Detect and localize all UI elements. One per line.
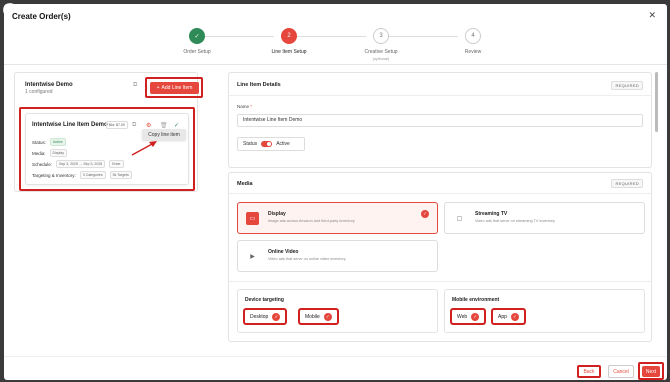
status-row: Status: Active — [32, 138, 66, 146]
check-icon: ✓ — [323, 312, 332, 321]
mobile-environment-heading: Mobile environment — [452, 297, 500, 303]
mobile-env-option-web[interactable]: Web ✓ — [450, 308, 487, 325]
check-icon: ✓ — [471, 312, 480, 321]
device-option-label: Desktop — [250, 313, 269, 320]
schedule-chip: Sep 3, 2025 → Sep 3, 2025 — [56, 160, 106, 168]
step-label: Creative Setup — [364, 49, 398, 55]
required-badge: REQUIRED — [611, 81, 643, 90]
categories-chip: 3 Categories — [79, 171, 106, 179]
media-option-desc: Video ads that serve on streaming TV inv… — [475, 219, 555, 223]
status-toggle[interactable] — [261, 141, 273, 147]
check-icon: ✓ — [510, 312, 519, 321]
next-button[interactable]: Next — [642, 366, 660, 377]
check-icon: ✓ — [272, 312, 281, 321]
media-row: Media: Display — [32, 149, 67, 157]
step-number: 4 — [465, 28, 481, 44]
check-circle-icon[interactable]: ✓ — [174, 122, 179, 129]
media-option-display[interactable]: ▭ Display Image ads across Amazon and th… — [237, 202, 438, 234]
order-name: Intentwise Demo — [25, 82, 73, 88]
tv-icon: ▢ — [456, 216, 463, 222]
mobile-environment-box: Mobile environment Web ✓ App ✓ — [444, 289, 645, 333]
media-chip: Display — [49, 149, 67, 157]
schedule-row: Schedule: Sep 3, 2025 → Sep 3, 2025 Ente… — [32, 160, 124, 168]
media-option-streaming-tv[interactable]: ▢ Streaming TV Video ads that serve on s… — [444, 202, 645, 234]
video-icon: ▶ — [250, 254, 255, 260]
schedule-extra-chip: Enter — [109, 160, 124, 168]
required-badge: REQUIRED — [611, 179, 643, 188]
highlight-box: Intentwise Line Item Demo Bid: $7.00 ⧉ ⚙… — [19, 107, 195, 191]
device-option-desktop[interactable]: Desktop ✓ — [243, 308, 288, 325]
status-field-label: Status — [243, 141, 258, 147]
line-item-id-chip: Bid: $7.00 — [106, 121, 128, 129]
step-creative-setup[interactable]: 3 Creative Setup (optional) — [346, 28, 416, 61]
copy-icon[interactable]: ⧉ — [133, 82, 137, 89]
footer-divider — [4, 356, 667, 357]
cancel-button[interactable]: Cancel — [608, 365, 634, 378]
section-divider — [229, 281, 651, 282]
media-option-title: Online Video — [268, 249, 299, 255]
plus-icon: + — [156, 85, 160, 91]
targeting-row: Targeting & Inventory: 3 Categories 5k T… — [32, 171, 132, 179]
highlight-box: Next — [638, 362, 664, 380]
media-option-title: Display — [268, 211, 286, 217]
step-label: Review — [464, 49, 482, 55]
device-targeting-box: Device targeting Desktop ✓ Mobile ✓ — [237, 289, 438, 333]
settings-icon[interactable]: ⚙ — [146, 122, 151, 129]
targets-chip: 5k Targets — [109, 171, 132, 179]
media-option-desc: Video ads that serve on online video inv… — [268, 257, 346, 261]
status-field-value: Active — [276, 141, 290, 147]
line-item-card[interactable]: Intentwise Line Item Demo Bid: $7.00 ⧉ ⚙… — [25, 113, 189, 185]
check-icon: ✓ — [421, 210, 429, 218]
check-icon: ✓ — [189, 28, 205, 44]
add-line-item-label: Add Line Item — [161, 85, 193, 91]
step-label: Order Setup — [183, 49, 211, 55]
header-divider — [4, 64, 667, 65]
delete-icon[interactable]: 🗑 — [160, 122, 168, 129]
status-label: Status: — [32, 139, 47, 145]
create-order-modal: Create Order(s) ✕ ✓ Order Setup 2 Line I… — [4, 4, 667, 380]
mobile-env-option-label: App — [498, 313, 507, 320]
media-option-title: Streaming TV — [475, 211, 508, 217]
highlight-box: + Add Line Item — [145, 77, 203, 98]
media-option-online-video[interactable]: ▶ Online Video Video ads that serve on o… — [237, 240, 438, 272]
configured-count: 1 configured — [25, 89, 53, 95]
targeting-label: Targeting & Inventory: — [32, 172, 76, 178]
step-number: 2 — [281, 28, 297, 44]
name-label-text: Name — [237, 104, 250, 109]
device-option-label: Mobile — [305, 313, 320, 320]
status-badge: Active — [50, 138, 66, 146]
mobile-env-option-label: Web — [457, 313, 468, 320]
annotation-arrow — [131, 141, 157, 156]
step-sublabel: (optional) — [372, 56, 390, 61]
section-heading: Line Item Details — [237, 82, 281, 88]
step-review[interactable]: 4 Review — [438, 28, 508, 55]
name-label: Name * — [237, 104, 252, 109]
close-icon[interactable]: ✕ — [648, 10, 656, 21]
media-section: Media REQUIRED ▭ Display Image ads acros… — [228, 172, 652, 342]
add-line-item-button[interactable]: + Add Line Item — [150, 82, 199, 94]
step-order-setup[interactable]: ✓ Order Setup — [162, 28, 232, 55]
line-item-details-section: Line Item Details REQUIRED Name * Intent… — [228, 72, 652, 168]
status-toggle-field[interactable]: Status Active — [237, 137, 305, 151]
section-divider — [229, 193, 651, 194]
step-number: 3 — [373, 28, 389, 44]
required-star: * — [250, 104, 253, 109]
line-item-title: Intentwise Line Item Demo — [32, 122, 108, 128]
step-line-item-setup[interactable]: 2 Line Item Setup — [254, 28, 324, 55]
back-button[interactable]: Back — [577, 365, 601, 378]
media-label: Media: — [32, 150, 46, 156]
device-targeting-heading: Device targeting — [245, 297, 284, 303]
scrollbar[interactable] — [655, 72, 658, 132]
mobile-env-option-app[interactable]: App ✓ — [491, 308, 526, 325]
section-divider — [229, 95, 651, 96]
step-label: Line Item Setup — [271, 49, 307, 55]
media-option-desc: Image ads across Amazon and third-party … — [268, 219, 355, 223]
section-heading: Media — [237, 181, 253, 187]
name-input[interactable]: Intentwise Line Item Demo — [237, 114, 643, 127]
monitor-icon: ▭ — [246, 212, 259, 225]
copy-line-item-icon[interactable]: ⧉ — [132, 122, 136, 129]
device-option-mobile[interactable]: Mobile ✓ — [298, 308, 339, 325]
modal-title: Create Order(s) — [12, 12, 71, 21]
schedule-label: Schedule: — [32, 161, 53, 167]
